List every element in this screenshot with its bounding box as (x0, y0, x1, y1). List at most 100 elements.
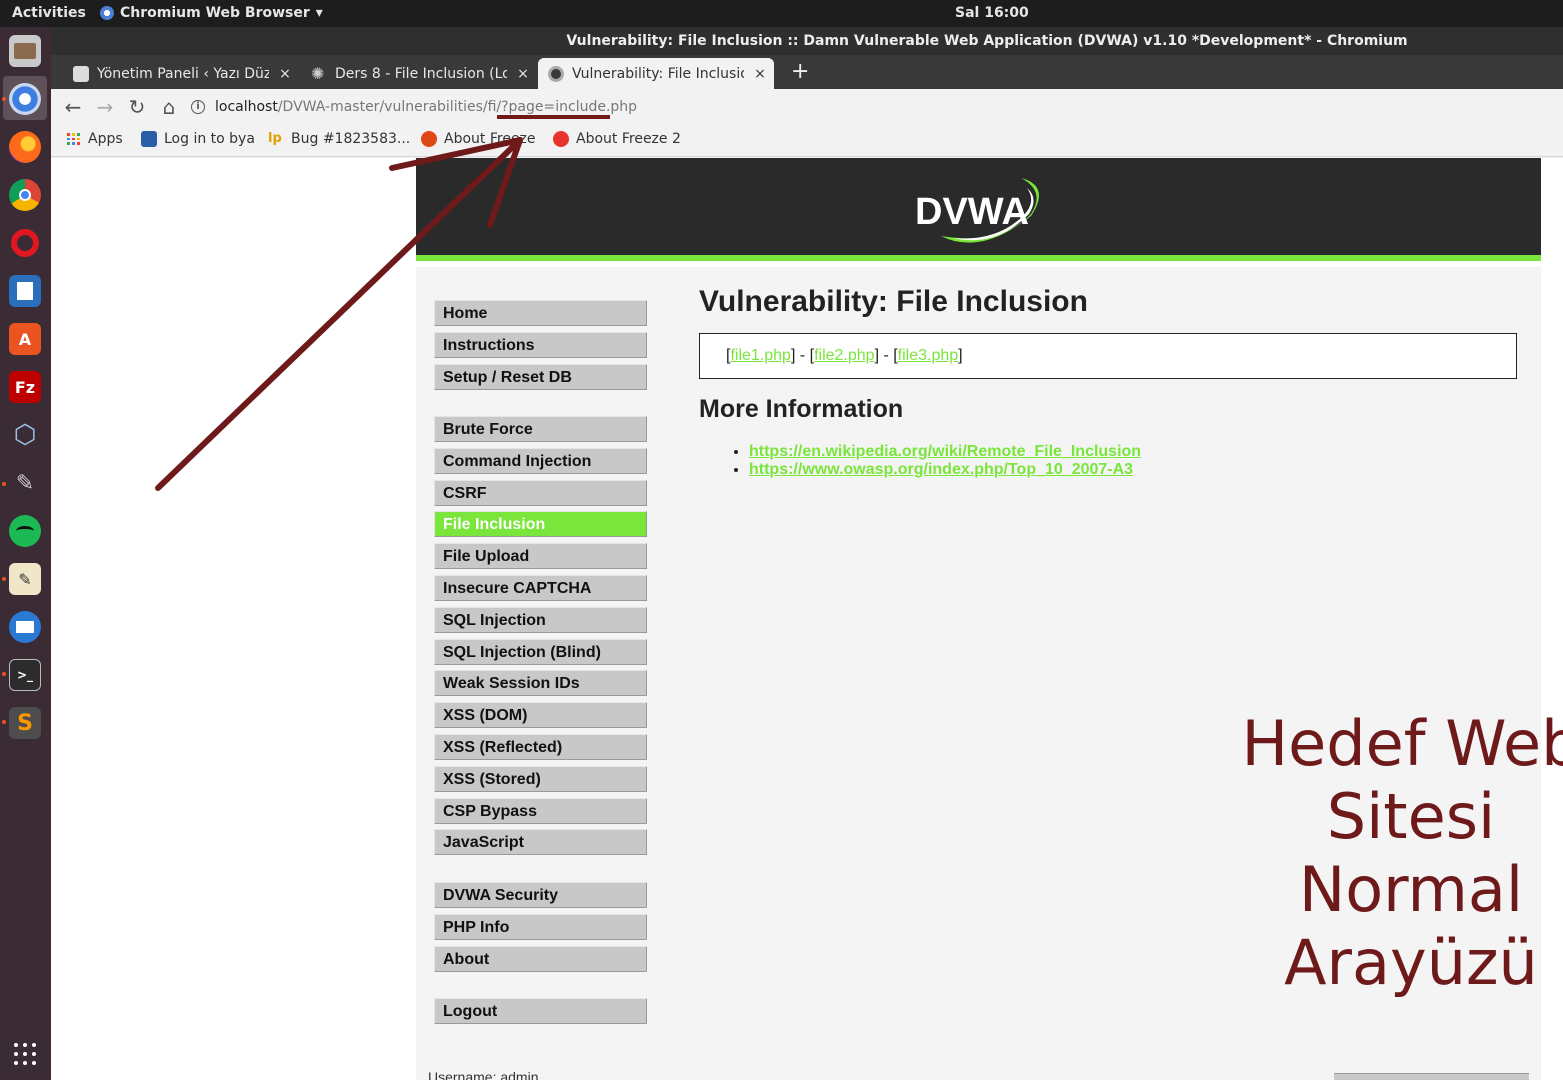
bookmark-bug[interactable]: lp Bug #1823583... (268, 131, 410, 147)
gnome-top-bar: Activities Chromium Web Browser ▾ Sal 16… (0, 0, 1563, 27)
clock[interactable]: Sal 16:00 (955, 5, 1029, 21)
bookmark-bya[interactable]: Log in to bya (141, 131, 255, 147)
menu-item-home[interactable]: Home (434, 300, 647, 326)
menu-item-brute-force[interactable]: Brute Force (434, 416, 647, 442)
tab-title: Vulnerability: File Inclusio (572, 65, 744, 82)
footer-username: Username: admin (428, 1069, 539, 1080)
wordpress-favicon-icon (73, 65, 89, 82)
tab-title: Ders 8 - File Inclusion (Lov (335, 65, 507, 82)
terminal-icon[interactable]: >_ (9, 659, 41, 691)
browser-toolbar: ← → ↻ ⌂ i localhost/DVWA-master/vulnerab… (51, 89, 1563, 125)
bookmark-label: About Freeze 2 (576, 131, 681, 147)
bookmark-about-freeze-2[interactable]: About Freeze 2 (553, 131, 681, 147)
file2-link[interactable]: file2.php (814, 347, 875, 364)
running-indicator (2, 577, 6, 581)
page-viewport: DVWA Home Instructions Setup / Reset DB Bru… (51, 158, 1563, 1080)
chevron-down-icon: ▾ (315, 5, 323, 21)
software-center-icon[interactable]: A (9, 323, 41, 355)
more-info-heading: More Information (699, 395, 904, 423)
tab-yonetim[interactable]: Yönetim Paneli ‹ Yazı Düze × (63, 58, 299, 89)
wikipedia-rfi-link[interactable]: https://en.wikipedia.org/wiki/Remote_Fil… (749, 443, 1141, 460)
owasp-link[interactable]: https://www.owasp.org/index.php/Top_10_2… (749, 461, 1133, 478)
dock: A Fz ⬡ ✎ ✎ >_ S (0, 27, 51, 1080)
menu-item-xss-reflected[interactable]: XSS (Reflected) (434, 734, 647, 760)
menu-item-weak-session-ids[interactable]: Weak Session IDs (434, 670, 647, 697)
annotation-line-1: Hedef Web Sitesi (1241, 707, 1563, 853)
gimp-icon[interactable]: ✎ (9, 467, 41, 499)
bookmarks-bar: Apps Log in to bya lp Bug #1823583... Ab… (51, 125, 1563, 157)
menu-item-setup-reset-db[interactable]: Setup / Reset DB (434, 363, 647, 390)
annotation-line-2: Normal (1298, 853, 1524, 926)
opera-icon[interactable] (9, 227, 41, 259)
tab-file-inclusion[interactable]: Vulnerability: File Inclusio × (538, 58, 774, 89)
show-applications-icon[interactable] (14, 1043, 36, 1065)
menu-item-php-info[interactable]: PHP Info (434, 913, 647, 940)
launchpad-icon: lp (268, 131, 282, 146)
menu-item-logout[interactable]: Logout (434, 998, 647, 1024)
window-title: Vulnerability: File Inclusion :: Damn Vu… (51, 27, 1563, 55)
dvwa-logo[interactable]: DVWA (911, 176, 1051, 248)
file-manager-icon[interactable] (9, 35, 41, 67)
close-icon[interactable]: × (752, 66, 768, 82)
dvwa-logo-text: DVWA (915, 191, 1029, 233)
running-indicator (2, 720, 6, 724)
file1-link[interactable]: file1.php (730, 347, 791, 364)
dvwa-favicon-icon (548, 65, 564, 82)
menu-item-javascript[interactable]: JavaScript (434, 829, 647, 856)
forward-icon[interactable]: → (93, 95, 117, 119)
filezilla-icon[interactable]: Fz (9, 371, 41, 403)
home-icon[interactable]: ⌂ (157, 95, 181, 119)
footer-buttons[interactable] (1334, 1073, 1529, 1080)
chromium-dock-icon[interactable] (9, 83, 41, 115)
app-menu[interactable]: Chromium Web Browser ▾ (100, 5, 323, 21)
new-tab-button[interactable]: + (791, 59, 809, 84)
ask-icon (553, 131, 569, 147)
more-info-links: https://en.wikipedia.org/wiki/Remote_Fil… (749, 443, 1141, 479)
tab-title: Yönetim Paneli ‹ Yazı Düze (97, 65, 269, 82)
menu-item-dvwa-security[interactable]: DVWA Security (434, 882, 647, 908)
running-indicator (2, 97, 6, 101)
bookmark-label: Bug #1823583... (291, 131, 411, 147)
reload-icon[interactable]: ↻ (125, 95, 149, 119)
bookmark-about-freeze[interactable]: About Freeze (421, 131, 536, 147)
bookmark-label: Apps (88, 131, 123, 147)
running-indicator (2, 672, 6, 676)
app-menu-label: Chromium Web Browser (120, 5, 310, 21)
close-icon[interactable]: × (277, 66, 293, 82)
thunderbird-icon[interactable] (9, 611, 41, 643)
bookmark-label: About Freeze (444, 131, 536, 147)
url-path: /DVWA-master/vulnerabilities/fi/?page=in… (277, 99, 638, 115)
sublime-text-icon[interactable]: S (9, 707, 41, 739)
menu-item-command-injection[interactable]: Command Injection (434, 447, 647, 474)
tab-strip: Yönetim Paneli ‹ Yazı Düze × ✺ Ders 8 - … (51, 55, 1563, 89)
file3-link[interactable]: file3.php (898, 347, 959, 364)
menu-item-insecure-captcha[interactable]: Insecure CAPTCHA (434, 575, 647, 601)
menu-item-about[interactable]: About (434, 945, 647, 972)
activities-button[interactable]: Activities (12, 5, 86, 21)
menu-item-file-inclusion[interactable]: File Inclusion (434, 511, 647, 538)
running-indicator (2, 482, 6, 486)
annotation-line-3: Arayüzü (1284, 926, 1538, 999)
menu-item-sql-injection[interactable]: SQL Injection (434, 606, 647, 633)
menu-item-sql-injection-blind[interactable]: SQL Injection (Blind) (434, 638, 647, 665)
address-bar[interactable]: i localhost/DVWA-master/vulnerabilities/… (191, 95, 1551, 119)
writer-icon[interactable] (9, 275, 41, 307)
menu-item-xss-stored[interactable]: XSS (Stored) (434, 765, 647, 792)
menu-item-xss-dom[interactable]: XSS (DOM) (434, 702, 647, 729)
virtualbox-icon[interactable]: ⬡ (9, 419, 41, 451)
menu-item-csrf[interactable]: CSRF (434, 479, 647, 506)
dvwa-body: Home Instructions Setup / Reset DB Brute Fo… (416, 267, 1563, 1080)
back-icon[interactable]: ← (61, 95, 85, 119)
bookmark-apps[interactable]: Apps (65, 131, 123, 147)
menu-item-instructions[interactable]: Instructions (434, 331, 647, 358)
close-icon[interactable]: × (515, 66, 531, 82)
info-icon[interactable]: i (191, 100, 205, 114)
tab-ders8[interactable]: ✺ Ders 8 - File Inclusion (Lov × (301, 58, 537, 89)
dvwa-header: DVWA (416, 158, 1541, 261)
menu-item-file-upload[interactable]: File Upload (434, 543, 647, 570)
firefox-icon[interactable] (9, 131, 41, 163)
spotify-icon[interactable] (9, 515, 41, 547)
chrome-icon[interactable] (9, 179, 41, 211)
menu-item-csp-bypass[interactable]: CSP Bypass (434, 797, 647, 824)
text-editor-icon[interactable]: ✎ (9, 563, 41, 595)
